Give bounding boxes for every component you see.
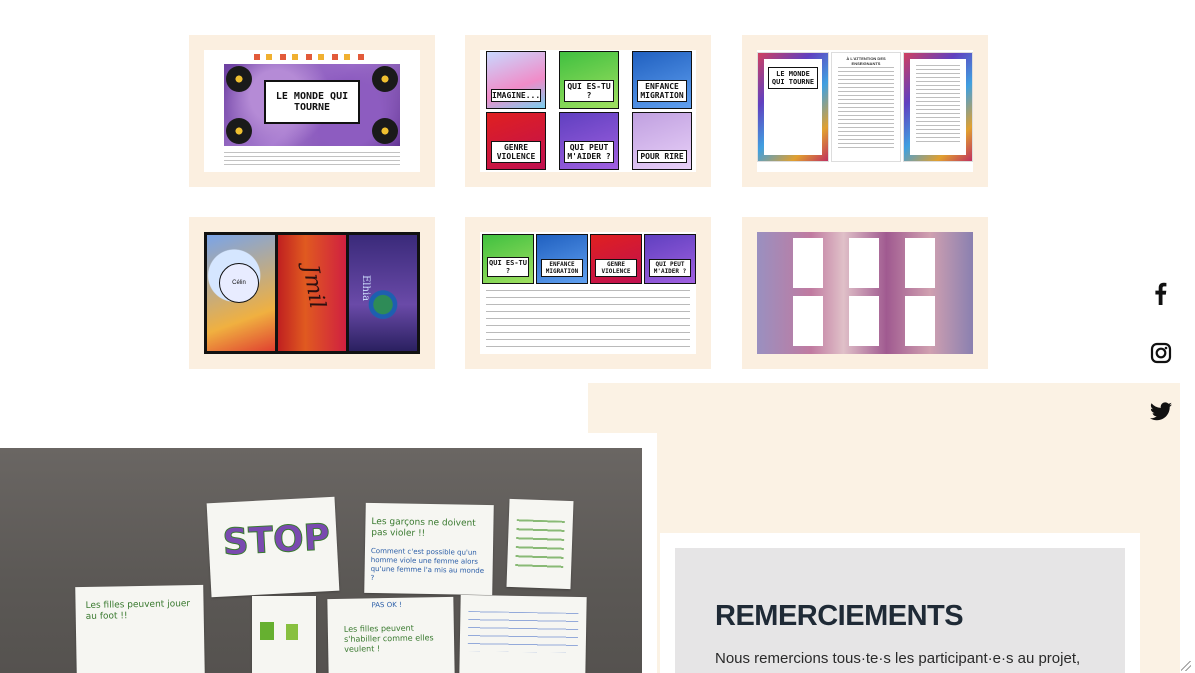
card-label: GENRE VIOLENCE (595, 259, 637, 277)
poster-habiller: PAS OK ! Les filles peuvent s'habiller c… (327, 596, 455, 673)
poster-drawing (252, 596, 316, 673)
card-qui-peut-m-aider: QUI PEUT M'AIDER ? (559, 112, 619, 170)
blank-panel (905, 238, 935, 288)
poster-stop: STOP (206, 496, 340, 598)
document-text-page: À L'ATTENTION DES ENSEIGNANTS (831, 52, 901, 162)
bookmark-name: Célin (219, 263, 259, 303)
gallery-thumbnail: QUI ES-TU ? ENFANCE MIGRATION GENRE VIOL… (480, 232, 696, 354)
thanks-text: Nous remercions tous·te·s les participan… (715, 650, 1081, 667)
document-inner-text (910, 59, 966, 155)
handwriting (515, 519, 565, 571)
corner-ornament (226, 66, 252, 92)
card-qui-es-tu: QUI ES-TU ? (559, 51, 619, 109)
card-label: QUI ES-TU ? (487, 257, 529, 277)
bookmark-name: Jmil (297, 263, 330, 311)
poster-belgique (459, 594, 587, 673)
poster-arabic (506, 498, 574, 590)
partner-logos (254, 54, 370, 60)
gallery-tile-document[interactable]: LE MONDE QUI TOURNE À L'ATTENTION DES EN… (742, 35, 988, 187)
card-label: IMAGINE... (491, 89, 541, 102)
gallery-thumbnail: IMAGINE... QUI ES-TU ? ENFANCE MIGRATION… (480, 50, 696, 172)
poster-text: STOP (221, 517, 332, 565)
document-inner-page (903, 52, 973, 162)
card-label: POUR RIRE (637, 150, 687, 163)
cover-fine-print (224, 152, 400, 166)
blank-panel (849, 238, 879, 288)
resize-grip-icon[interactable] (1181, 661, 1191, 671)
gallery-tile-bookmarks[interactable]: Célin Jmil Elhia (189, 217, 435, 369)
document-page-title: LE MONDE QUI TOURNE (768, 67, 818, 89)
poster-filles-foot: Les filles peuvent jouer au foot !! (75, 584, 205, 673)
gallery-tile-cover[interactable]: LE MONDE QUI TOURNE (189, 35, 435, 187)
card-label: GENRE VIOLENCE (491, 141, 541, 163)
card-label: ENFANCE MIGRATION (541, 259, 583, 277)
poster-text: Les filles peuvent jouer au foot !! (85, 599, 191, 622)
gallery-thumbnail: LE MONDE QUI TOURNE (204, 50, 420, 172)
handwriting (467, 611, 579, 653)
card-genre-violence: GENRE VIOLENCE (486, 112, 546, 170)
gallery-tile-questions[interactable]: QUI ES-TU ? ENFANCE MIGRATION GENRE VIOL… (465, 217, 711, 369)
document-cover-page: LE MONDE QUI TOURNE (757, 52, 829, 162)
cover-title: LE MONDE QUI TOURNE (264, 80, 360, 124)
image-gallery: LE MONDE QUI TOURNE IMAGINE... QUI ES-TU… (189, 35, 989, 369)
document-text-lines (916, 65, 960, 145)
gallery-tile-collage[interactable] (742, 217, 988, 369)
blank-panel (905, 296, 935, 346)
card-imagine: IMAGINE... (486, 51, 546, 109)
corner-ornament (372, 66, 398, 92)
corner-ornament (226, 118, 252, 144)
question-text-lines (486, 290, 690, 348)
bookmark-space: Elhia (349, 235, 417, 351)
instagram-icon[interactable] (1148, 340, 1174, 366)
gallery-thumbnail: LE MONDE QUI TOURNE À L'ATTENTION DES EN… (757, 50, 973, 172)
bookmark-name-art: Jmil (278, 235, 346, 351)
document-section-heading: À L'ATTENTION DES ENSEIGNANTS (846, 56, 886, 66)
document-text-lines (838, 67, 894, 151)
corner-ornament (372, 118, 398, 144)
posters-photo: STOP Les garçons ne doivent pas violer !… (0, 448, 642, 673)
poster-text: Comment c'est possible qu'un homme viole… (370, 546, 485, 583)
bookmark-clouds: Célin (207, 235, 275, 351)
poster-text: Les garçons ne doivent pas violer !! (371, 516, 476, 539)
drawn-figure (286, 624, 298, 640)
blank-panel (793, 296, 823, 346)
bookmark-name: Elhia (360, 275, 371, 302)
card-qui-es-tu: QUI ES-TU ? (482, 234, 534, 284)
poster-garcons: Les garçons ne doivent pas violer !! Com… (364, 502, 494, 596)
card-label: QUI ES-TU ? (564, 80, 614, 102)
facebook-icon[interactable] (1148, 280, 1174, 306)
gallery-tile-cards[interactable]: IMAGINE... QUI ES-TU ? ENFANCE MIGRATION… (465, 35, 711, 187)
card-genre-violence: GENRE VIOLENCE (590, 234, 642, 284)
drawn-figure (260, 622, 274, 640)
document-cover-inner: LE MONDE QUI TOURNE (764, 59, 822, 155)
twitter-icon[interactable] (1148, 398, 1174, 424)
card-label: QUI PEUT M'AIDER ? (564, 141, 614, 163)
blank-panel (793, 238, 823, 288)
poster-text: PAS OK ! (371, 600, 402, 610)
card-enfance-migration: ENFANCE MIGRATION (536, 234, 588, 284)
card-pour-rire: POUR RIRE (632, 112, 692, 170)
blank-panel (849, 296, 879, 346)
poster-text: Les filles peuvent s'habiller comme elle… (343, 623, 434, 654)
gallery-thumbnail (757, 232, 973, 354)
thanks-title: REMERCIEMENTS (715, 600, 964, 632)
card-label: ENFANCE MIGRATION (637, 80, 687, 102)
card-enfance-migration: ENFANCE MIGRATION (632, 51, 692, 109)
card-label: QUI PEUT M'AIDER ? (649, 259, 691, 277)
card-qui-peut-m-aider: QUI PEUT M'AIDER ? (644, 234, 696, 284)
gallery-thumbnail: Célin Jmil Elhia (204, 232, 420, 354)
